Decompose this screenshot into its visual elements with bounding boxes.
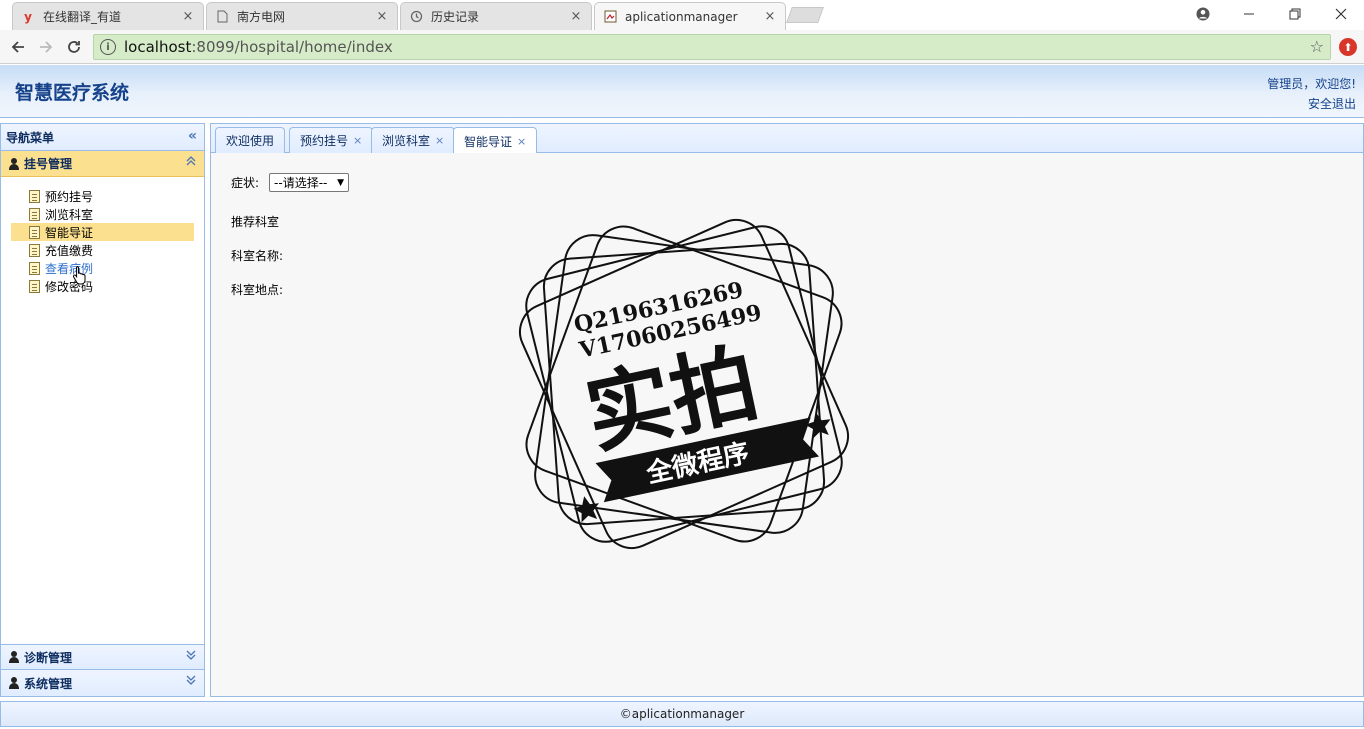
- tab-label: 欢迎使用: [226, 134, 275, 148]
- browser-tab-title: 历史记录: [431, 10, 480, 24]
- dropdown-arrow-icon: ▼: [337, 177, 345, 188]
- close-icon[interactable]: ×: [517, 135, 526, 148]
- symptom-row: 症状: --请选择-- ▼: [231, 173, 350, 192]
- nav-panel-title: 导航菜单: [6, 130, 55, 145]
- browser-tab-csg[interactable]: 南方电网 ×: [206, 2, 398, 30]
- menu-item-recharge[interactable]: 充值缴费: [11, 241, 194, 259]
- chevron-up-icon[interactable]: [185, 155, 197, 171]
- nav-panel-header: 导航菜单 «: [1, 124, 204, 151]
- app-title: 智慧医疗系统: [15, 82, 130, 104]
- browser-tab-title: 南方电网: [237, 10, 286, 24]
- star-icon: [805, 412, 831, 439]
- tab-welcome[interactable]: 欢迎使用: [215, 127, 286, 153]
- browser-toolbar: i localhost:8099/hospital/home/index ☆ ⬆: [0, 30, 1364, 64]
- recommend-heading: 推荐科室: [231, 215, 280, 229]
- nav-group-system[interactable]: 系统管理: [1, 670, 204, 696]
- nav-menu: 预约挂号 浏览科室 智能导证 充值缴费 查看病例 修改密码: [1, 177, 204, 295]
- window-controls: [1180, 0, 1364, 28]
- collapse-left-icon[interactable]: «: [188, 128, 197, 144]
- youdao-icon: y: [24, 9, 32, 24]
- close-icon[interactable]: ×: [569, 9, 583, 24]
- new-tab-button[interactable]: [786, 7, 824, 23]
- page-icon: [215, 10, 229, 24]
- menu-item-label: 智能导证: [45, 225, 94, 240]
- menu-item-label: 预约挂号: [45, 189, 94, 204]
- menu-item-change-password[interactable]: 修改密码: [11, 277, 194, 295]
- symptom-select[interactable]: --请选择-- ▼: [269, 173, 350, 192]
- close-window-icon[interactable]: [1318, 0, 1364, 28]
- browser-tab-history[interactable]: 历史记录 ×: [400, 2, 592, 30]
- smart-guide-content: 症状: --请选择-- ▼ 推荐科室 科室名称: 科室地点: Q21963162…: [211, 153, 1363, 696]
- document-icon: [29, 243, 40, 257]
- app-icon: [603, 10, 617, 24]
- tab-label: 预约挂号: [300, 134, 349, 148]
- main-panel: 欢迎使用 预约挂号 × 浏览科室 × 智能导证 × 症状: --请选择-- ▼ …: [210, 123, 1364, 697]
- footer-text: ©aplicationmanager: [619, 707, 745, 721]
- close-icon[interactable]: ×: [181, 9, 195, 24]
- minimize-icon[interactable]: [1226, 0, 1272, 28]
- chevron-down-icon[interactable]: [185, 674, 197, 690]
- document-icon: [29, 225, 40, 239]
- restore-icon[interactable]: [1272, 0, 1318, 28]
- tab-smart-guide[interactable]: 智能导证 ×: [453, 127, 538, 154]
- department-location-label: 科室地点:: [231, 283, 284, 297]
- menu-item-label: 浏览科室: [45, 207, 94, 222]
- nav-collapsed-groups: 诊断管理 系统管理: [1, 644, 204, 696]
- info-icon[interactable]: i: [100, 39, 116, 55]
- nav-group-registration[interactable]: 挂号管理: [1, 151, 204, 177]
- menu-item-view-cases[interactable]: 查看病例: [11, 259, 194, 277]
- browser-tab-title: aplicationmanager: [625, 9, 738, 24]
- reload-icon[interactable]: [63, 36, 85, 58]
- logout-link[interactable]: 安全退出: [1267, 94, 1356, 114]
- profile-icon[interactable]: [1180, 0, 1226, 28]
- symptom-select-value: --请选择--: [274, 176, 328, 190]
- document-icon: [29, 261, 40, 275]
- document-icon: [29, 279, 40, 293]
- user-icon: [8, 677, 20, 689]
- tab-label: 浏览科室: [382, 134, 431, 148]
- address-bar[interactable]: i localhost:8099/hospital/home/index ☆: [93, 34, 1331, 60]
- app-footer: ©aplicationmanager: [0, 701, 1364, 727]
- chevron-down-icon[interactable]: [185, 649, 197, 665]
- tab-appointment[interactable]: 预约挂号 ×: [289, 127, 374, 153]
- menu-item-appointment[interactable]: 预约挂号: [11, 187, 194, 205]
- tab-label: 智能导证: [464, 134, 513, 149]
- browser-tab-strip: y 在线翻译_有道 × 南方电网 × 历史记录 × aplicationmana…: [0, 0, 1364, 30]
- document-icon: [29, 207, 40, 221]
- hand-cursor-icon: [72, 266, 86, 285]
- history-icon: [409, 10, 423, 24]
- url-host: localhost: [124, 38, 192, 56]
- menu-item-label: 充值缴费: [45, 243, 94, 258]
- nav-group-diagnosis[interactable]: 诊断管理: [1, 644, 204, 670]
- browser-tab-youdao[interactable]: y 在线翻译_有道 ×: [12, 2, 204, 30]
- document-icon: [29, 189, 40, 203]
- back-icon[interactable]: [7, 36, 29, 58]
- forward-icon[interactable]: [35, 36, 57, 58]
- department-name-label: 科室名称:: [231, 249, 284, 263]
- tab-browse-departments[interactable]: 浏览科室 ×: [371, 127, 456, 153]
- nav-panel: 导航菜单 « 挂号管理 预约挂号 浏览科室 智能导证 充值缴费 查看病例 修改密…: [0, 123, 205, 697]
- user-icon: [8, 157, 20, 170]
- bookmark-star-icon[interactable]: ☆: [1310, 37, 1324, 56]
- extension-icon[interactable]: ⬆: [1339, 38, 1357, 56]
- nav-group-label: 挂号管理: [24, 157, 73, 171]
- content-tabs: 欢迎使用 预约挂号 × 浏览科室 × 智能导证 ×: [211, 124, 1363, 154]
- close-icon[interactable]: ×: [763, 9, 777, 24]
- browser-tab-title: 在线翻译_有道: [43, 10, 122, 24]
- symptom-label: 症状:: [231, 176, 260, 190]
- user-info: 管理员，欢迎您! 安全退出: [1267, 74, 1356, 114]
- close-icon[interactable]: ×: [353, 134, 362, 147]
- menu-item-browse-departments[interactable]: 浏览科室: [11, 205, 194, 223]
- url-path: :8099/hospital/home/index: [191, 38, 393, 56]
- browser-tab-aplicationmanager[interactable]: aplicationmanager ×: [594, 2, 786, 30]
- nav-group-label: 诊断管理: [24, 650, 73, 665]
- app-header: 智慧医疗系统 管理员，欢迎您! 安全退出: [0, 65, 1364, 118]
- watermark-stamp: Q2196316269 V17060256499 实拍 全微程序: [519, 219, 849, 549]
- user-icon: [8, 651, 20, 663]
- menu-item-smart-guide[interactable]: 智能导证: [11, 223, 194, 241]
- close-icon[interactable]: ×: [375, 9, 389, 24]
- nav-group-label: 系统管理: [24, 676, 73, 691]
- welcome-text: 管理员，欢迎您!: [1267, 77, 1356, 91]
- close-icon[interactable]: ×: [435, 134, 444, 147]
